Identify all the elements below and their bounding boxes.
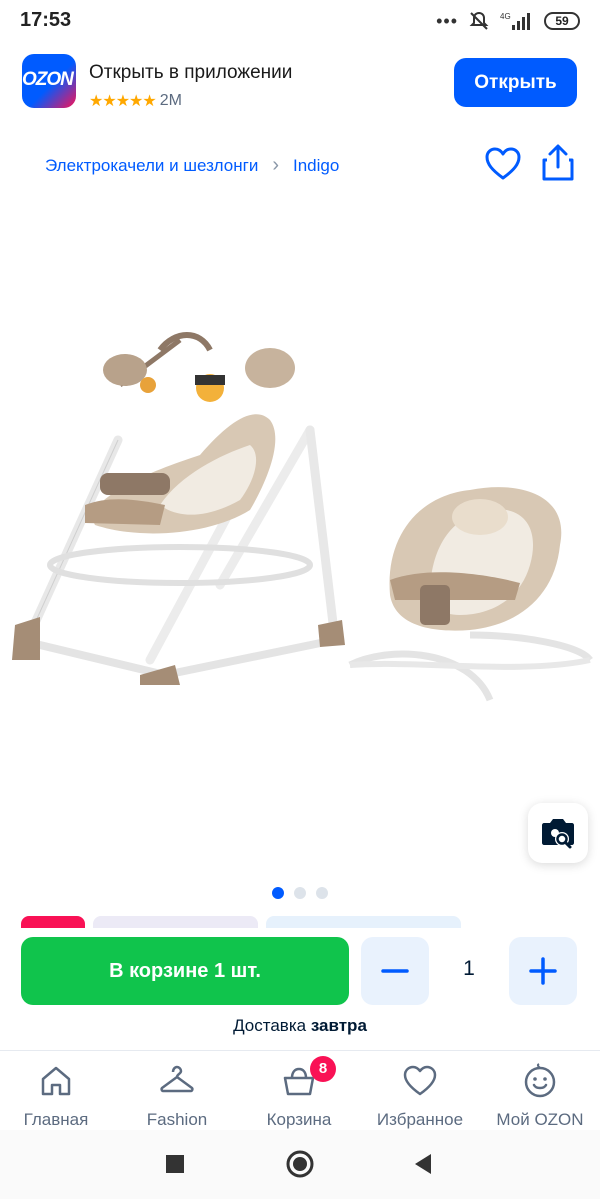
gallery-pagination (0, 887, 600, 899)
tab-my-ozon[interactable]: Мой OZON (480, 1063, 600, 1130)
chevron-right-icon: › (272, 154, 279, 176)
delivery-info: Доставка завтра (0, 1016, 600, 1036)
promo-badge-partial (21, 916, 85, 928)
battery-icon: 59 (544, 12, 580, 30)
visual-search-button[interactable] (528, 803, 588, 863)
smiley-icon (524, 1063, 556, 1098)
ozon-logo: OZON (22, 54, 76, 108)
banner-title: Открыть в приложении (89, 62, 293, 83)
share-icon[interactable] (540, 143, 576, 183)
favorite-heart-icon[interactable] (484, 146, 522, 182)
decrease-quantity-button[interactable] (361, 937, 429, 1005)
cart-count-badge: 8 (310, 1056, 336, 1082)
baby-bouncer-illustration (348, 487, 593, 702)
product-image[interactable] (0, 205, 600, 875)
promo-badge-partial (93, 916, 258, 928)
bottom-tab-bar: Главная Fashion Корзина Избранное Мой OZ… (0, 1050, 600, 1130)
increase-quantity-button[interactable] (509, 937, 577, 1005)
star-rating-icon: ★★★★★ (89, 93, 157, 110)
camera-search-icon (542, 819, 574, 849)
tab-home[interactable]: Главная (0, 1063, 116, 1130)
notification-dots-icon: ••• (436, 10, 458, 31)
gallery-dot[interactable] (294, 887, 306, 899)
open-app-button[interactable]: Открыть (454, 58, 577, 107)
rating-count: 2M (159, 92, 182, 109)
tab-label: Fashion (146, 1110, 208, 1129)
hanger-icon (160, 1065, 194, 1093)
home-circle-icon[interactable] (285, 1149, 315, 1179)
tab-label: Избранное (376, 1110, 464, 1129)
recent-apps-icon[interactable] (165, 1154, 185, 1174)
tab-favorites[interactable]: Избранное (360, 1063, 480, 1130)
breadcrumb: Электрокачели и шезлонги › Indigo (45, 154, 339, 177)
status-time: 17:53 (20, 9, 72, 31)
plus-icon (529, 957, 557, 985)
baby-swing-illustration (12, 332, 345, 685)
ozon-logo-text: OZON (22, 69, 74, 90)
status-bar: 17:53 ••• 4G 59 (0, 0, 600, 42)
home-icon (41, 1066, 71, 1096)
heart-icon (403, 1065, 437, 1096)
minus-icon (381, 969, 409, 973)
signal-icon: 4G (500, 12, 530, 30)
delivery-day: завтра (310, 1016, 367, 1035)
status-icons: ••• 4G 59 (436, 10, 580, 32)
app-rating: ★★★★★ 2M (89, 91, 182, 111)
back-triangle-icon[interactable] (413, 1153, 433, 1175)
in-cart-button[interactable]: В корзине 1 шт. (21, 937, 349, 1005)
quantity-value: 1 (463, 957, 475, 980)
breadcrumb-brand-link[interactable]: Indigo (293, 156, 339, 176)
gallery-dot[interactable] (316, 887, 328, 899)
app-banner: OZON Открыть в приложении ★★★★★ 2M Откры… (0, 48, 600, 120)
tab-label: Главная (23, 1110, 89, 1129)
bell-muted-icon (469, 11, 489, 30)
tab-cart[interactable]: Корзина (239, 1063, 359, 1130)
gallery-dot[interactable] (272, 887, 284, 899)
tab-label: Корзина (266, 1110, 332, 1129)
tab-fashion[interactable]: Fashion (117, 1063, 237, 1130)
system-navigation-bar (0, 1130, 600, 1199)
breadcrumb-category-link[interactable]: Электрокачели и шезлонги (45, 156, 258, 176)
tab-label: Мой OZON (496, 1110, 584, 1129)
delivery-prefix: Доставка (233, 1016, 311, 1035)
promo-badge-partial (266, 916, 461, 928)
svg-text:4G: 4G (500, 12, 511, 21)
